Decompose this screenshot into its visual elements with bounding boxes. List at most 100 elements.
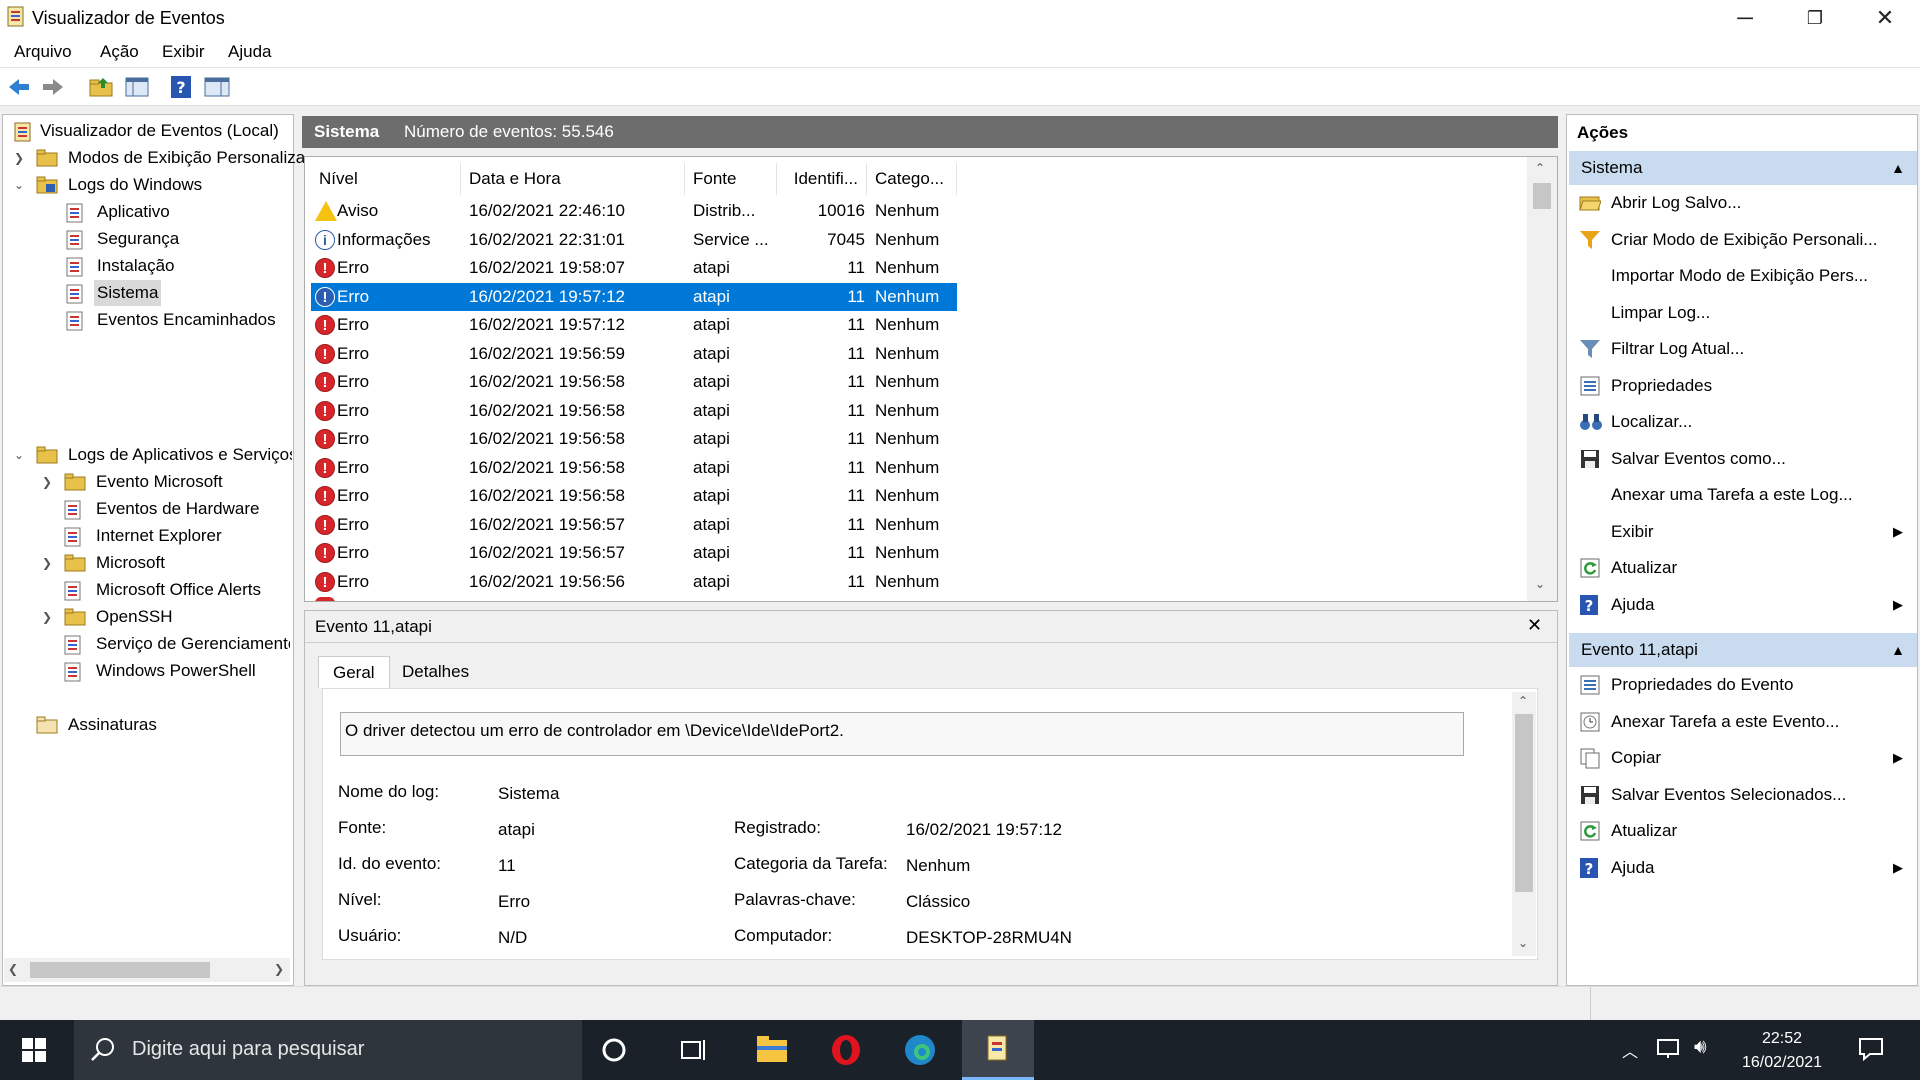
close-button[interactable]: ✕ xyxy=(1850,0,1920,36)
detail-value[interactable]: 16/02/2021 19:57:12 xyxy=(906,820,1062,840)
action-limpar-log[interactable]: Limpar Log... xyxy=(1567,295,1917,331)
tree-horizontal-scrollbar[interactable]: ❮ ❯ xyxy=(4,958,290,982)
table-row[interactable]: Erro 16/02/2021 19:56:57 atapi 11 Nenhum xyxy=(311,539,957,568)
event-list-vertical-scrollbar[interactable]: ⌃ ⌄ xyxy=(1527,157,1557,601)
action-salvar-eventos-como[interactable]: Salvar Eventos como... xyxy=(1567,441,1917,477)
tree-node-windows-powershell[interactable]: Windows PowerShell xyxy=(40,658,290,684)
action-importar-modo-de-exibi-o-pers[interactable]: Importar Modo de Exibição Pers... xyxy=(1567,258,1917,294)
action-salvar-eventos-selecionados[interactable]: Salvar Eventos Selecionados... xyxy=(1567,777,1917,813)
tree-node-microsoft-office-alerts[interactable]: Microsoft Office Alerts xyxy=(40,577,290,603)
tree-node-serviço-de-gerenciamento[interactable]: Serviço de Gerenciamento xyxy=(40,631,290,657)
action-propriedades[interactable]: Propriedades xyxy=(1567,368,1917,404)
scroll-down-icon[interactable]: ⌄ xyxy=(1518,936,1528,950)
menu-ajuda[interactable]: Ajuda xyxy=(228,42,271,62)
tree-node-microsoft[interactable]: ❯ Microsoft xyxy=(40,550,290,576)
action-atualizar[interactable]: Atualizar xyxy=(1567,813,1917,849)
table-row[interactable]: Erro 16/02/2021 19:56:58 atapi 11 Nenhum xyxy=(311,482,957,511)
column-header-date[interactable]: Data e Hora xyxy=(461,163,685,195)
scroll-down-icon[interactable]: ⌄ xyxy=(1535,577,1545,591)
table-row[interactable]: Erro 16/02/2021 19:56:58 atapi 11 Nenhum xyxy=(311,368,957,397)
tree-node-evento-microsoft[interactable]: ❯ Evento Microsoft xyxy=(40,469,290,495)
table-row[interactable]: Erro 16/02/2021 19:57:12 atapi 11 Nenhum xyxy=(311,282,957,312)
clock-date[interactable]: 16/02/2021 xyxy=(1734,1054,1830,1072)
collapse-icon[interactable]: ▲ xyxy=(1891,151,1905,185)
action-ajuda[interactable]: ? Ajuda ▶ xyxy=(1567,850,1917,886)
taskbar-event-viewer-button[interactable] xyxy=(962,1020,1034,1080)
chevron-right-icon[interactable]: ❯ xyxy=(12,145,26,171)
scroll-thumb[interactable] xyxy=(1515,714,1533,892)
network-icon[interactable] xyxy=(1656,1036,1682,1065)
menu-acao[interactable]: Ação xyxy=(100,42,139,62)
action-copiar[interactable]: Copiar ▶ xyxy=(1567,740,1917,776)
task-view-icon[interactable] xyxy=(680,1036,710,1069)
tree-node-app-logs[interactable]: ⌄ Logs de Aplicativos e Serviços xyxy=(12,442,292,468)
column-header-id[interactable]: Identifi... xyxy=(777,163,867,195)
chevron-down-icon[interactable]: ⌄ xyxy=(12,172,26,198)
detail-value[interactable]: Nenhum xyxy=(906,856,970,876)
maximize-button[interactable]: ❐ xyxy=(1780,0,1850,36)
action-filtrar-log-atual[interactable]: Filtrar Log Atual... xyxy=(1567,331,1917,367)
taskbar-search-box[interactable]: Digite aqui para pesquisar xyxy=(74,1020,582,1080)
action-criar-modo-de-exibi-o-personali[interactable]: Criar Modo de Exibição Personali... xyxy=(1567,222,1917,258)
table-row[interactable]: Erro 16/02/2021 19:56:56 atapi 11 Nenhum xyxy=(311,568,957,597)
detail-value[interactable]: Clássico xyxy=(906,892,970,912)
scroll-up-icon[interactable]: ⌃ xyxy=(1535,161,1545,175)
table-row[interactable]: Erro 16/02/2021 19:56:58 atapi 11 Nenhum xyxy=(311,425,957,454)
menu-arquivo[interactable]: Arquivo xyxy=(14,42,72,62)
notifications-icon[interactable] xyxy=(1858,1036,1884,1067)
table-row[interactable]: Erro 16/02/2021 19:56:57 atapi 11 Nenhum xyxy=(311,511,957,540)
chevron-down-icon[interactable]: ⌄ xyxy=(12,442,26,468)
scroll-left-icon[interactable]: ❮ xyxy=(8,962,18,976)
action-anexar-tarefa-a-este-evento[interactable]: Anexar Tarefa a este Evento... xyxy=(1567,704,1917,740)
detail-vertical-scrollbar[interactable]: ⌃ ⌄ xyxy=(1512,692,1536,956)
tab-geral[interactable]: Geral xyxy=(318,656,390,688)
scroll-up-icon[interactable]: ⌃ xyxy=(1518,694,1528,708)
table-row[interactable]: Erro 16/02/2021 19:56:58 atapi 11 Nenhum xyxy=(311,397,957,426)
action-ajuda[interactable]: ? Ajuda ▶ xyxy=(1567,587,1917,623)
action-anexar-uma-tarefa-a-este-log[interactable]: Anexar uma Tarefa a este Log... xyxy=(1567,477,1917,513)
close-icon[interactable]: ✕ xyxy=(1527,615,1542,636)
minimize-button[interactable]: ─ xyxy=(1710,0,1780,36)
windows-start-icon[interactable] xyxy=(22,1038,46,1067)
clock-time[interactable]: 22:52 xyxy=(1734,1030,1830,1048)
forward-arrow-icon[interactable] xyxy=(40,74,66,100)
chevron-right-icon[interactable]: ❯ xyxy=(40,469,54,495)
table-row[interactable]: Erro 16/02/2021 19:56:59 atapi 11 Nenhum xyxy=(311,340,957,369)
chevron-up-icon[interactable]: ︿ xyxy=(1622,1038,1638,1062)
volume-icon[interactable]: 🔊︎ xyxy=(1694,1036,1707,1059)
chevron-right-icon[interactable]: ❯ xyxy=(40,604,54,630)
chevron-right-icon[interactable]: ❯ xyxy=(40,550,54,576)
action-abrir-log-salvo[interactable]: Abrir Log Salvo... xyxy=(1567,185,1917,221)
collapse-icon[interactable]: ▲ xyxy=(1891,633,1905,667)
tree-node-eventos-de-hardware[interactable]: Eventos de Hardware xyxy=(40,496,290,522)
action-localizar[interactable]: Localizar... xyxy=(1567,404,1917,440)
table-row[interactable]: Erro 16/02/2021 19:57:12 atapi 11 Nenhum xyxy=(311,311,957,340)
table-row[interactable]: Erro 16/02/2021 19:58:07 atapi 11 Nenhum xyxy=(311,254,957,283)
scroll-right-icon[interactable]: ❯ xyxy=(274,962,284,976)
actions-section-sistema[interactable]: Sistema ▲ xyxy=(1569,151,1917,185)
detail-value[interactable]: DESKTOP-28RMU4N xyxy=(906,928,1072,948)
file-explorer-icon[interactable] xyxy=(756,1034,788,1069)
back-arrow-icon[interactable] xyxy=(6,74,32,100)
tab-detalhes[interactable]: Detalhes xyxy=(388,656,483,688)
table-row[interactable]: Aviso 16/02/2021 22:46:10 Distrib... 10016 N… xyxy=(311,197,957,225)
scroll-thumb[interactable] xyxy=(30,962,210,978)
tree-node-openssh[interactable]: ❯ OpenSSH xyxy=(40,604,290,630)
action-exibir[interactable]: Exibir ▶ xyxy=(1567,514,1917,550)
menu-exibir[interactable]: Exibir xyxy=(162,42,205,62)
table-row[interactable]: Informações 16/02/2021 22:31:01 Service ..… xyxy=(311,226,957,254)
edge-icon[interactable] xyxy=(904,1034,936,1071)
help-icon[interactable]: ? xyxy=(168,74,194,100)
opera-icon[interactable] xyxy=(830,1034,862,1071)
tree-node-custom-views[interactable]: ❯ Modos de Exibição Personaliza xyxy=(12,145,305,171)
event-message[interactable]: O driver detectou um erro de controlador… xyxy=(340,712,1464,756)
action-atualizar[interactable]: Atualizar xyxy=(1567,550,1917,586)
cortana-icon[interactable] xyxy=(600,1036,628,1069)
table-row[interactable]: Erro 16/02/2021 19:56:58 atapi 11 Nenhum xyxy=(311,454,957,483)
column-header-source[interactable]: Fonte xyxy=(685,163,777,195)
actions-section-event[interactable]: Evento 11,atapi ▲ xyxy=(1569,633,1917,667)
up-folder-icon[interactable] xyxy=(88,74,114,100)
scroll-thumb[interactable] xyxy=(1533,183,1551,209)
action-propriedades-do-evento[interactable]: Propriedades do Evento xyxy=(1567,667,1917,703)
show-hide-tree-icon[interactable] xyxy=(124,74,150,100)
